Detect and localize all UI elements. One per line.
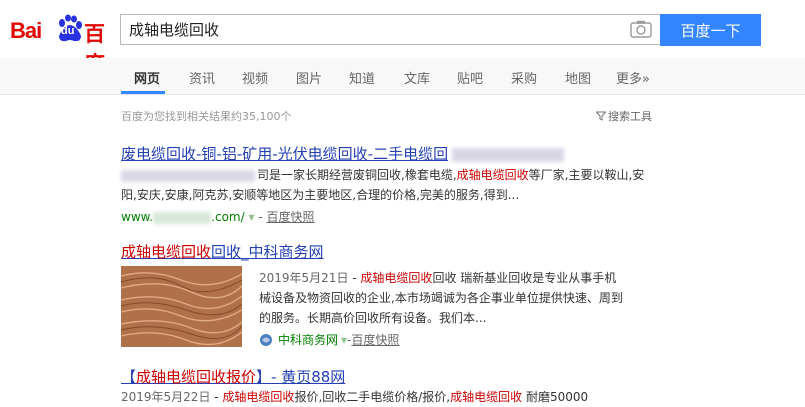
search-box [120,14,660,45]
result-1-abstract: 司是一家长期经营废铜回收,橡套电缆,成轴电缆回收等厂家,主要以鞍山,安 阳,安庆… [121,165,661,205]
result-3-abstract: 2019年5月22日 - 成轴电缆回收报价,回收二手电缆价格/报价,成轴电缆回收… [121,390,589,404]
vertical-tabs: 网页 资讯 视频 图片 知道 文库 贴吧 采购 地图 更多» [0,58,805,95]
result-2-source[interactable]: 中科商务网 ▾ - 百度快照 [259,331,399,348]
dropdown-arrow-icon[interactable]: ▾ [248,210,254,224]
search-input[interactable] [121,15,621,44]
abstract-text: 回收 瑞新基业回收是专业从事手机 [432,271,617,285]
result-2-title-text: 回收_中科商务网 [211,243,324,261]
tab-tieba[interactable]: 贴吧 [457,68,483,87]
abstract-highlight: 成轴电缆回收 [360,271,433,285]
active-tab-indicator [121,91,165,94]
tab-map[interactable]: 地图 [565,68,591,87]
url-text: www. [121,210,154,224]
result-1-title[interactable]: 废电缆回收-铜-铝-矿用-光伏电缆回收-二手电缆回 [121,143,565,164]
result-date: 2019年5月22日 [121,390,211,404]
result-date: 2019年5月21日 [259,271,349,285]
blurred-text [153,211,212,224]
result-1-url[interactable]: www. .com/ ▾ - 百度快照 [121,208,315,225]
header: Bai du 百度 百度一下 [0,0,805,76]
camera-icon[interactable] [630,20,652,38]
abstract-text: 械设备及物资回收的企业,本市场竭诚为各企事业单位提供快速、周到 [259,291,623,305]
abstract-highlight: 成轴电缆回收 [450,390,523,404]
tab-video[interactable]: 视频 [242,68,268,87]
abstract-text: 耐磨50000 [522,390,589,404]
tab-wenku[interactable]: 文库 [404,68,430,87]
title-text: 】- 黄页88网 [256,368,346,386]
tab-news[interactable]: 资讯 [189,68,215,87]
title-highlight: 成轴电缆回收 [121,243,212,261]
result-1-title-text: 废电缆回收-铜-铝-矿用-光伏电缆回收-二手电缆回 [121,145,449,163]
result-2-abstract: 2019年5月21日 - 成轴电缆回收回收 瑞新基业回收是专业从事手机 械设备及… [259,271,623,325]
abstract-highlight: 成轴电缆回收 [456,168,529,182]
baidu-logo[interactable]: Bai du 百度 [10,12,114,76]
title-highlight: 成轴电缆回收报价 [136,368,257,386]
blurred-text [452,147,565,162]
search-tools[interactable]: 搜索工具 [596,108,652,124]
logo-text-bai: Bai [10,18,42,43]
logo-text-du: du [61,25,75,37]
url-text: .com/ [211,210,245,224]
abstract-text: 的服务。长期高价回收所有设备。我们本... [259,311,487,325]
blurred-text [121,169,255,182]
tab-web[interactable]: 网页 [134,68,160,87]
abstract-highlight: 成轴电缆回收 [222,390,295,404]
abstract-text: 等厂家,主要以鞍山,安 [528,168,645,182]
result-2-thumbnail[interactable] [121,266,242,347]
snapshot-link[interactable]: 百度快照 [267,210,315,224]
abstract-text: 司是一家长期经营废铜回收,橡套电缆, [257,168,457,182]
snapshot-link[interactable]: 百度快照 [351,331,399,348]
tab-purchase[interactable]: 采购 [511,68,537,87]
title-text: 【 [121,368,137,386]
result-3-title[interactable]: 【成轴电缆回收报价】- 黄页88网 [121,366,345,387]
source-name: 中科商务网 [278,333,339,347]
tab-images[interactable]: 图片 [296,68,322,87]
site-favicon [260,333,272,346]
abstract-text: 报价,回收二手电缆价格/报价, [294,390,451,404]
search-button[interactable]: 百度一下 [660,14,761,46]
search-tools-label: 搜索工具 [608,110,652,123]
abstract-text: 阳,安庆,安康,阿克苏,安顺等地区为主要地区,合理的价格,完美的服务,得到... [121,188,520,202]
result-2-title[interactable]: 成轴电缆回收回收_中科商务网 [121,241,324,262]
tab-more[interactable]: 更多» [616,68,650,87]
filter-icon [596,111,606,121]
result-count: 百度为您找到相关结果约35,100个 [121,110,292,123]
tab-zhidao[interactable]: 知道 [349,68,375,87]
